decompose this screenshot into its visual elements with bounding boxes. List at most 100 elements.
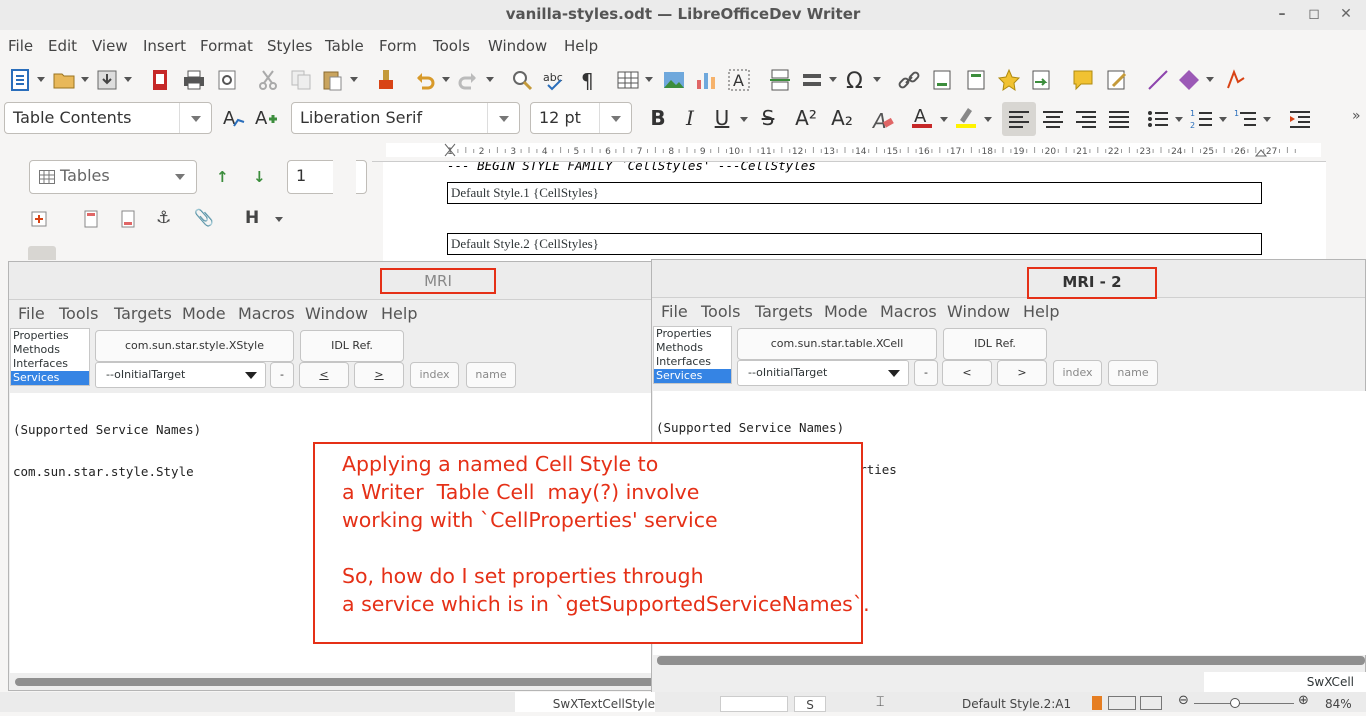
comment-icon[interactable] [1071, 68, 1095, 92]
chevron-down-icon[interactable] [179, 103, 211, 133]
mri-menu-window[interactable]: Window [947, 302, 1010, 321]
draw-functions-icon[interactable] [1224, 68, 1248, 92]
chevron-down-icon[interactable] [1263, 117, 1271, 122]
category-properties[interactable]: Properties [654, 327, 731, 341]
insert-image-icon[interactable] [662, 68, 686, 92]
next-button[interactable]: > [997, 360, 1047, 386]
mri-menu-mode[interactable]: Mode [824, 302, 868, 321]
horizontal-ruler[interactable]: 1 2 3 4 5 6 7 8 9 10 11 12 13 14 15 16 17 18 19 20 21 22 23 24 2… [372, 140, 1326, 162]
chevron-down-icon[interactable] [486, 77, 494, 82]
name-field[interactable]: name [1108, 360, 1158, 386]
idl-ref-button[interactable]: IDL Ref. [943, 328, 1047, 360]
subscript-button[interactable]: A₂ [828, 104, 856, 132]
open-icon[interactable] [52, 68, 76, 92]
menu-insert[interactable]: Insert [143, 37, 186, 55]
up-arrow-icon[interactable]: ↑ [216, 168, 229, 186]
toggle-icon[interactable] [30, 210, 48, 228]
heading-level-icon[interactable]: H [245, 208, 259, 228]
back-minus-button[interactable]: - [914, 360, 938, 386]
paperclip-icon[interactable]: 📎 [194, 208, 214, 227]
cut-icon[interactable] [256, 68, 280, 92]
category-properties[interactable]: Properties [11, 329, 89, 343]
chevron-down-icon[interactable] [940, 117, 948, 122]
mri-menu-macros[interactable]: Macros [238, 304, 295, 323]
interface-name-button[interactable]: com.sun.star.table.XCell [737, 328, 937, 360]
mri-menu-macros[interactable]: Macros [880, 302, 937, 321]
mri-menu-file[interactable]: File [661, 302, 688, 321]
mri-category-list[interactable]: Properties Methods Interfaces Services [10, 328, 90, 386]
mri-category-list[interactable]: Properties Methods Interfaces Services [653, 326, 732, 384]
category-interfaces[interactable]: Interfaces [654, 355, 731, 369]
menu-tools[interactable]: Tools [433, 37, 470, 55]
zoom-in-icon[interactable]: ⊕ [1298, 693, 1309, 708]
maximize-button[interactable]: ◻ [1304, 4, 1324, 24]
target-combo[interactable]: --oInitialTarget [737, 360, 909, 386]
save-icon[interactable] [95, 68, 119, 92]
menu-form[interactable]: Form [379, 37, 417, 55]
horizontal-scrollbar[interactable] [657, 656, 1365, 665]
index-field[interactable]: index [1053, 360, 1102, 386]
chevron-down-icon[interactable] [1219, 117, 1227, 122]
redo-icon[interactable] [456, 68, 480, 92]
chevron-down-icon[interactable] [124, 77, 132, 82]
status-selection-mode[interactable]: S [794, 696, 826, 712]
paragraph-style-combo[interactable]: Table Contents [4, 102, 212, 134]
anchor-icon[interactable]: ⚓ [156, 208, 171, 228]
align-left-button[interactable] [1002, 102, 1036, 136]
chevron-down-icon[interactable] [888, 370, 900, 377]
chevron-down-icon[interactable] [245, 372, 257, 379]
multi-page-view-icon[interactable] [1108, 696, 1136, 710]
new-style-icon[interactable]: A [254, 106, 278, 130]
endnote-icon[interactable] [964, 68, 988, 92]
find-replace-icon[interactable] [510, 68, 534, 92]
menu-file[interactable]: File [8, 37, 33, 55]
mri-menu-tools[interactable]: Tools [59, 304, 98, 323]
header-icon[interactable] [82, 210, 100, 228]
bookmark-icon[interactable] [997, 68, 1021, 92]
chevron-down-icon[interactable] [829, 77, 837, 82]
chevron-down-icon[interactable] [81, 77, 89, 82]
formatting-marks-icon[interactable]: ¶ [576, 68, 600, 92]
font-size-combo[interactable]: 12 pt [530, 102, 632, 134]
highlight-color-icon[interactable] [954, 105, 978, 129]
minimize-button[interactable]: – [1272, 4, 1292, 24]
chevron-down-icon[interactable] [37, 77, 45, 82]
menu-table[interactable]: Table [325, 37, 364, 55]
book-view-icon[interactable] [1140, 696, 1162, 710]
category-services[interactable]: Services [11, 371, 89, 385]
chevron-down-icon[interactable] [740, 117, 748, 122]
category-methods[interactable]: Methods [11, 343, 89, 357]
index-field[interactable]: index [410, 362, 459, 388]
mri-menu-targets[interactable]: Targets [114, 304, 172, 323]
font-color-icon[interactable]: A [910, 105, 934, 129]
menu-format[interactable]: Format [200, 37, 253, 55]
new-document-icon[interactable] [8, 68, 32, 92]
spelling-icon[interactable]: abc [542, 68, 566, 92]
mri-menu-tools[interactable]: Tools [701, 302, 740, 321]
zoom-slider-handle[interactable] [1230, 698, 1240, 708]
toolbar-overflow-icon[interactable]: » [1352, 108, 1361, 124]
print-preview-icon[interactable] [215, 68, 239, 92]
shapes-icon[interactable] [1177, 68, 1201, 92]
chevron-down-icon[interactable] [599, 103, 631, 133]
cross-reference-icon[interactable] [1029, 68, 1053, 92]
chevron-down-icon[interactable] [487, 103, 519, 133]
clone-formatting-icon[interactable] [374, 68, 398, 92]
font-name-combo[interactable]: Liberation Serif [291, 102, 520, 134]
zoom-slider[interactable] [1194, 703, 1294, 704]
mri-menu-window[interactable]: Window [305, 304, 368, 323]
print-icon[interactable] [182, 68, 206, 92]
chevron-down-icon[interactable] [1206, 77, 1214, 82]
zoom-out-icon[interactable]: ⊖ [1178, 693, 1189, 708]
chevron-down-icon[interactable] [442, 77, 450, 82]
table-cell[interactable]: Default Style.2 {CellStyles} [447, 233, 1262, 255]
insert-field-icon[interactable] [800, 68, 824, 92]
horizontal-scrollbar[interactable] [15, 678, 655, 686]
justify-icon[interactable] [1107, 107, 1131, 131]
prev-button[interactable]: < [942, 360, 992, 386]
align-right-icon[interactable] [1074, 107, 1098, 131]
close-button[interactable]: ✕ [1336, 4, 1356, 24]
align-center-icon[interactable] [1041, 107, 1065, 131]
insert-page-break-icon[interactable] [768, 68, 792, 92]
mri-menu-mode[interactable]: Mode [182, 304, 226, 323]
